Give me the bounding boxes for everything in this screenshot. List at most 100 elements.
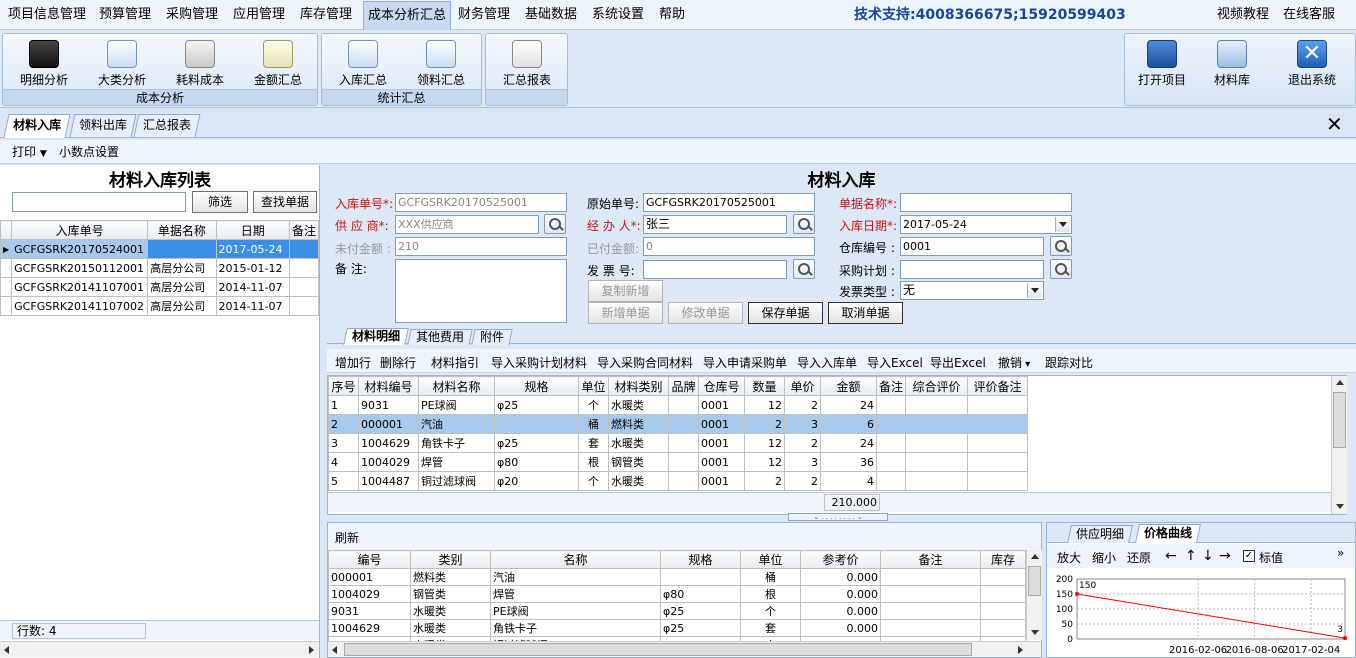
copy-new-button[interactable]: 复制新增 (588, 280, 663, 302)
paid-amount-field[interactable]: 0 (643, 237, 815, 256)
inbound-number-field[interactable]: GCFGSRK20170525001 (395, 193, 567, 212)
tab-other-fees[interactable]: 其他费用 (407, 329, 473, 345)
inbound-date-picker[interactable]: 2017-05-24 (900, 215, 1072, 234)
table-row[interactable]: 2 000001 汽油桶燃料类 0001 2 3 6 (328, 414, 1029, 434)
arrow-right-icon[interactable]: → (1219, 548, 1231, 564)
horizontal-scrollbar[interactable] (328, 641, 1041, 657)
find-document-button[interactable]: 查找单据 (253, 191, 317, 213)
list-item[interactable]: 1004629 水暖类 角铁卡子 φ25 套 0.000 (328, 619, 1026, 637)
column-header[interactable]: 类别 (410, 550, 491, 569)
menu-item-2[interactable]: 采购管理 (166, 0, 218, 30)
print-menu[interactable]: 打印 ▼ (12, 143, 47, 160)
column-header[interactable]: 单位 (578, 376, 609, 396)
tab-price-curve[interactable]: 价格曲线 (1134, 524, 1202, 543)
tab-material-outbound[interactable]: 领料出库 (69, 114, 137, 137)
column-header[interactable]: 库存 (980, 550, 1026, 569)
splitter-handle[interactable]: ⌄ . . . . . . . . ⌄ (788, 513, 888, 521)
tab-attachments[interactable]: 附件 (471, 329, 513, 345)
menu-item-7[interactable]: 基础数据 (525, 0, 577, 30)
category-analysis-button[interactable]: 大类分析 (85, 38, 159, 88)
detail-tool-7[interactable]: 导入Excel (867, 354, 923, 371)
warehouse-number-field[interactable]: 0001 (900, 237, 1044, 256)
close-tab-icon[interactable]: ✕ (1326, 113, 1343, 135)
tab-material-inbound[interactable]: 材料入库 (3, 114, 71, 138)
chevron-down-icon[interactable] (1027, 283, 1042, 298)
arrow-up-icon[interactable]: ↑ (1185, 548, 1197, 564)
column-header[interactable]: 评价备注 (967, 376, 1029, 396)
menu-item-8[interactable]: 系统设置 (592, 0, 644, 30)
column-header[interactable]: 序号 (328, 376, 359, 396)
table-row[interactable]: ▶ GCFGSRK20170524001 2017-05-24 (0, 239, 320, 259)
overflow-chevron-icon[interactable]: » (1337, 546, 1344, 560)
menu-item-9[interactable]: 帮助 (659, 0, 685, 30)
save-document-button[interactable]: 保存单据 (748, 302, 823, 324)
table-row[interactable]: GCFGSRK20150112001 高层分公司 2015-01-12 (0, 258, 320, 278)
vertical-scrollbar[interactable] (1026, 550, 1042, 640)
invoice-number-field[interactable] (643, 260, 787, 279)
detail-tool-4[interactable]: 导入采购合同材料 (597, 354, 693, 371)
filter-input[interactable] (12, 192, 186, 212)
list-item[interactable]: 000001 燃料类 汽油桶 0.000 (328, 568, 1026, 586)
table-row[interactable]: 5 1004487 铜过滤球阀 φ20 个水暖类 0001 2 2 4 (328, 471, 1029, 491)
warehouse-search-icon[interactable] (1050, 236, 1072, 256)
handler-field[interactable]: 张三 (643, 215, 787, 234)
detail-tool-8[interactable]: 导出Excel (930, 354, 986, 371)
requisition-summary-button[interactable]: 领料汇总 (404, 38, 478, 88)
column-header[interactable]: 规格 (660, 550, 741, 569)
material-cost-button[interactable]: 耗料成本 (163, 38, 237, 88)
filter-button[interactable]: 筛选 (192, 191, 248, 213)
column-header[interactable]: 材料名称 (418, 376, 495, 396)
open-project-button[interactable]: 打开项目 (1127, 38, 1197, 88)
column-header[interactable]: 备注 (288, 220, 320, 240)
column-header[interactable]: 单据名称 (147, 220, 217, 240)
purchase-plan-field[interactable] (900, 260, 1044, 279)
material-library-button[interactable]: 材料库 (1197, 38, 1267, 88)
inbound-summary-button[interactable]: 入库汇总 (326, 38, 400, 88)
tab-summary-report[interactable]: 汇总报表 (133, 114, 201, 137)
tab-material-detail[interactable]: 材料明细 (343, 328, 409, 345)
column-header[interactable]: 规格 (494, 376, 579, 396)
column-header[interactable]: 编号 (328, 550, 411, 569)
detail-tool-2[interactable]: 材料指引 (431, 354, 479, 371)
online-service-link[interactable]: 在线客服 (1283, 0, 1335, 30)
supplier-search-icon[interactable] (544, 214, 566, 234)
horizontal-scrollbar[interactable] (0, 641, 319, 657)
table-row[interactable]: GCFGSRK20141107001 高层分公司 2014-11-07 (0, 277, 320, 297)
invoice-search-icon[interactable] (793, 259, 815, 279)
column-header[interactable]: 品牌 (668, 376, 699, 396)
column-header[interactable]: 参考价 (800, 550, 881, 569)
exit-system-button[interactable]: ✕ 退出系统 (1269, 38, 1355, 88)
table-row[interactable]: 3 1004629 角铁卡子 φ25 套水暖类 0001 12 2 24 (328, 433, 1029, 453)
column-header[interactable]: 材料类别 (608, 376, 669, 396)
menu-item-3[interactable]: 应用管理 (233, 0, 285, 30)
column-header[interactable]: 备注 (880, 550, 981, 569)
original-number-field[interactable]: GCFGSRK20170525001 (643, 193, 815, 212)
column-header[interactable]: 仓库号 (698, 376, 745, 396)
tab-supply-detail[interactable]: 供应明细 (1067, 525, 1133, 543)
new-document-button[interactable]: 新增单据 (588, 302, 663, 324)
detail-tool-10[interactable]: 跟踪对比 (1045, 354, 1093, 371)
cancel-document-button[interactable]: 取消单据 (828, 302, 903, 324)
video-tutorial-link[interactable]: 视频教程 (1217, 0, 1269, 30)
handler-search-icon[interactable] (793, 214, 815, 234)
detail-tool-3[interactable]: 导入采购计划材料 (491, 354, 587, 371)
summary-report-button[interactable]: 汇总报表 (490, 38, 564, 88)
unpaid-amount-field[interactable]: 210 (395, 237, 567, 256)
reset-button[interactable]: 还原 (1127, 549, 1151, 566)
zoom-out-button[interactable]: 缩小 (1092, 549, 1116, 566)
detail-tool-0[interactable]: 增加行 (335, 354, 371, 371)
table-row[interactable]: 4 1004029 焊管 φ80 根钢管类 0001 12 3 36 (328, 452, 1029, 472)
detail-analysis-button[interactable]: 明细分析 (7, 38, 81, 88)
table-row[interactable]: 1 9031 PE球阀 φ25 个水暖类 0001 12 2 24 (328, 395, 1029, 415)
vertical-scrollbar[interactable] (1331, 376, 1347, 514)
column-header[interactable]: 金额 (820, 376, 877, 396)
column-header[interactable]: 名称 (490, 550, 661, 569)
menu-item-6[interactable]: 财务管理 (458, 0, 510, 30)
detail-tool-5[interactable]: 导入申请采购单 (703, 354, 787, 371)
menu-item-1[interactable]: 预算管理 (99, 0, 151, 30)
remark-textarea[interactable] (395, 259, 567, 323)
list-item[interactable]: 1004029 钢管类 焊管 φ80 根 0.000 (328, 585, 1026, 603)
column-header[interactable]: 入库单号 (11, 220, 149, 240)
edit-document-button[interactable]: 修改单据 (668, 302, 743, 324)
plan-search-icon[interactable] (1050, 259, 1072, 279)
